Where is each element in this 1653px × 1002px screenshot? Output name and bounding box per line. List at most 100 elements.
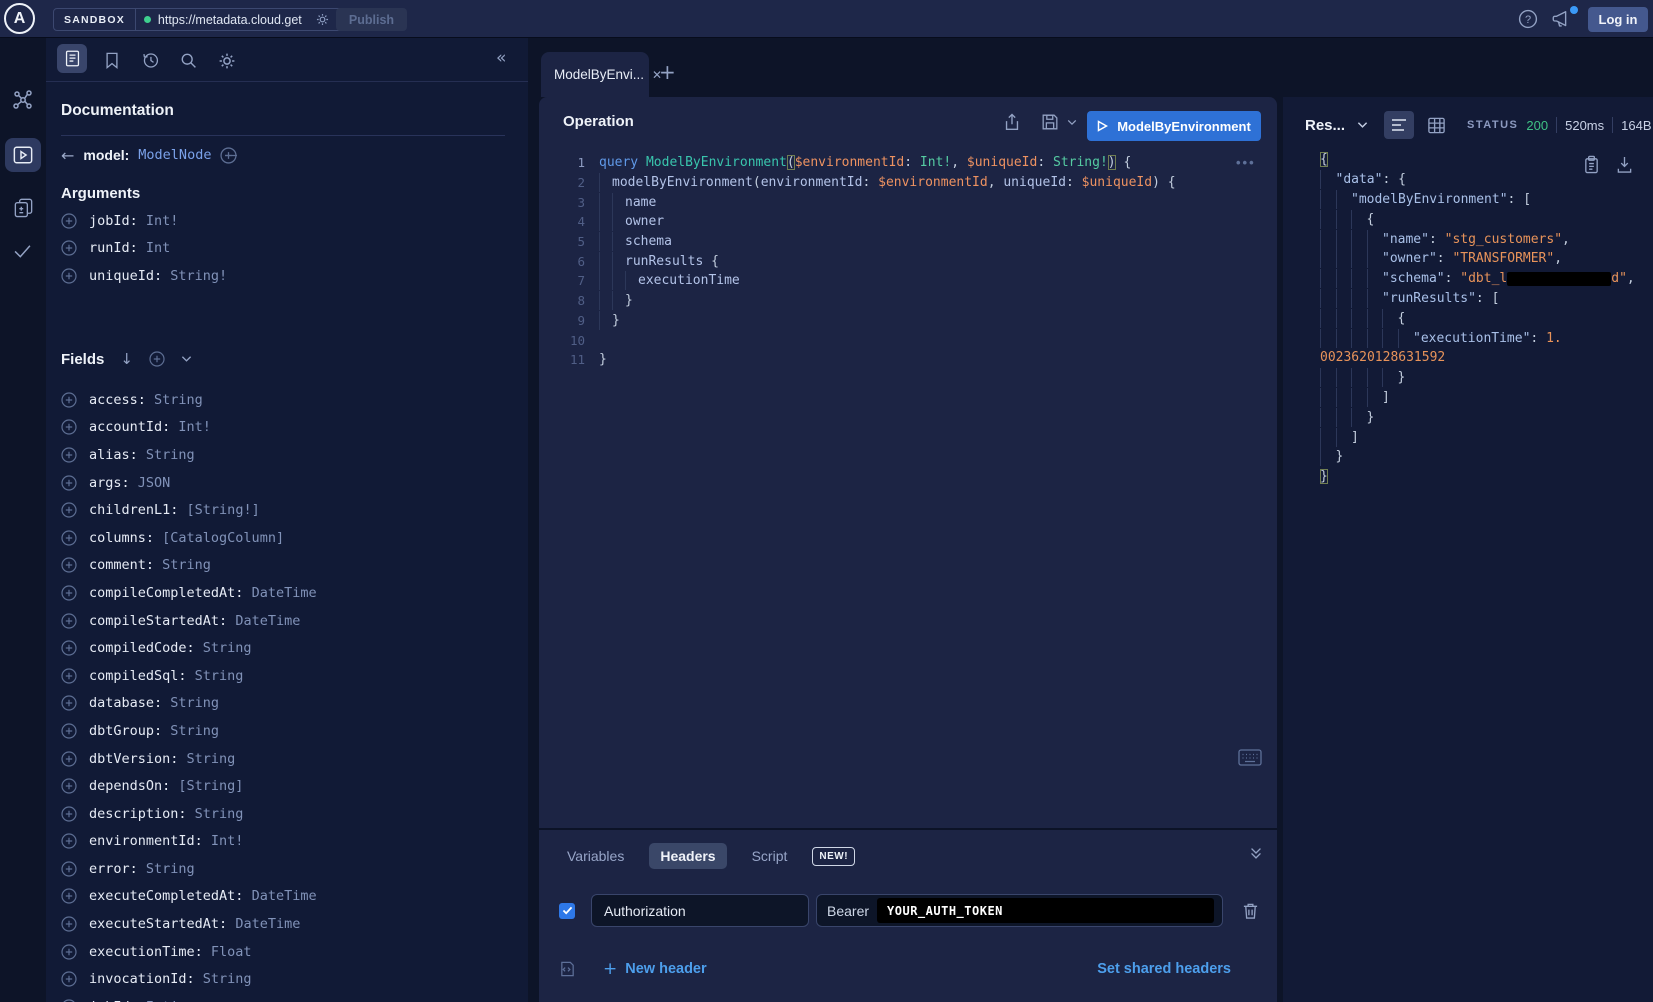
search-icon[interactable]	[179, 51, 198, 70]
code-line[interactable]: 3name	[555, 192, 1176, 212]
new-tab-button[interactable]: +	[659, 60, 676, 84]
code-line[interactable]: 5schema	[555, 232, 1176, 252]
code-line[interactable]: 9}	[555, 311, 1176, 331]
add-field-icon[interactable]	[61, 861, 77, 877]
header-key-input[interactable]: Authorization	[591, 894, 809, 927]
add-field-icon[interactable]	[61, 502, 77, 518]
add-field-icon[interactable]	[61, 419, 77, 435]
save-icon[interactable]	[1040, 112, 1060, 132]
code-line[interactable]: 7executionTime	[555, 271, 1176, 291]
explorer-nav-item[interactable]	[5, 138, 41, 172]
add-field-icon[interactable]	[61, 240, 77, 256]
field-type[interactable]: String	[170, 695, 219, 711]
code-line[interactable]: 8}	[555, 291, 1176, 311]
field-type[interactable]: String	[203, 971, 252, 987]
field-type[interactable]: Int!	[146, 213, 179, 229]
back-arrow-icon[interactable]: ←	[61, 146, 74, 165]
field-type[interactable]: DateTime	[252, 888, 317, 904]
field-item[interactable]: columns: [CatalogColumn]	[46, 524, 528, 552]
editor-more-menu[interactable]: •••	[1236, 155, 1256, 170]
documentation-tab-button[interactable]	[57, 44, 87, 73]
argument-item[interactable]: jobId: Int!	[46, 207, 528, 235]
add-field-icon[interactable]	[61, 613, 77, 629]
environment-variables-icon[interactable]	[559, 960, 576, 978]
publish-button[interactable]: Publish	[336, 8, 407, 31]
field-type[interactable]: String	[170, 723, 219, 739]
field-item[interactable]: executeCompletedAt: DateTime	[46, 883, 528, 911]
checks-icon[interactable]	[12, 242, 33, 260]
field-type[interactable]: [String!]	[187, 502, 260, 518]
field-item[interactable]: childrenL1: [String!]	[46, 496, 528, 524]
endpoint-url[interactable]: https://metadata.cloud.get	[158, 13, 308, 27]
field-item[interactable]: compiledCode: String	[46, 634, 528, 662]
field-type[interactable]: Int!	[178, 419, 211, 435]
fields-options-chevron-icon[interactable]	[181, 355, 192, 363]
header-value-input[interactable]: Bearer YOUR_AUTH_TOKEN	[816, 894, 1223, 927]
settings-gear-icon[interactable]	[217, 51, 237, 71]
field-item[interactable]: compiledSql: String	[46, 662, 528, 690]
field-type[interactable]: String	[187, 751, 236, 767]
field-type[interactable]: String	[203, 640, 252, 656]
add-to-query-icon[interactable]	[220, 147, 237, 164]
field-type[interactable]: Float	[211, 944, 252, 960]
field-type[interactable]: String!	[170, 268, 227, 284]
endpoint-url-field[interactable]: https://metadata.cloud.get	[136, 8, 346, 31]
field-type[interactable]: DateTime	[235, 613, 300, 629]
tab-modelbyenvironment[interactable]: ModelByEnvi... ✕	[541, 52, 649, 97]
field-item[interactable]: comment: String	[46, 552, 528, 580]
field-type[interactable]: String	[154, 392, 203, 408]
panel-divider[interactable]	[539, 828, 1277, 830]
argument-item[interactable]: runId: Int	[46, 235, 528, 263]
code-line[interactable]: 10	[555, 330, 1176, 350]
add-field-icon[interactable]	[61, 268, 77, 284]
bookmarks-icon[interactable]	[104, 51, 120, 70]
field-item[interactable]: args: JSON	[46, 469, 528, 497]
set-shared-headers-link[interactable]: Set shared headers	[1097, 961, 1231, 977]
response-title[interactable]: Res...	[1305, 117, 1345, 134]
add-field-icon[interactable]	[61, 888, 77, 904]
share-icon[interactable]	[1002, 112, 1022, 132]
field-item[interactable]: access: String	[46, 386, 528, 414]
add-field-icon[interactable]	[61, 806, 77, 822]
field-type[interactable]: Int!	[211, 833, 244, 849]
field-type[interactable]: String	[146, 447, 195, 463]
new-header-button[interactable]: New header	[625, 961, 706, 977]
field-item[interactable]: alias: String	[46, 441, 528, 469]
field-item[interactable]: dbtGroup: String	[46, 717, 528, 745]
sort-fields-icon[interactable]: ↓	[120, 350, 133, 368]
add-field-icon[interactable]	[61, 971, 77, 987]
field-item[interactable]: compileCompletedAt: DateTime	[46, 579, 528, 607]
add-field-icon[interactable]	[61, 557, 77, 573]
add-field-icon[interactable]	[61, 695, 77, 711]
breadcrumb-type-link[interactable]: ModelNode	[138, 147, 211, 163]
field-item[interactable]: error: String	[46, 855, 528, 883]
field-type[interactable]: JSON	[138, 475, 171, 491]
header-enabled-checkbox[interactable]	[559, 903, 575, 919]
response-dropdown-chevron-icon[interactable]	[1357, 121, 1368, 129]
code-line[interactable]: 4owner	[555, 212, 1176, 232]
collapse-sidebar-icon[interactable]: «	[496, 48, 506, 68]
add-field-icon[interactable]	[61, 447, 77, 463]
add-field-icon[interactable]	[61, 833, 77, 849]
add-field-icon[interactable]	[61, 751, 77, 767]
add-field-icon[interactable]	[61, 723, 77, 739]
field-item[interactable]: dependsOn: [String]	[46, 772, 528, 800]
field-type[interactable]: String	[162, 557, 211, 573]
field-type[interactable]: [CatalogColumn]	[162, 530, 284, 546]
field-type[interactable]: String	[195, 668, 244, 684]
field-item[interactable]: description: String	[46, 800, 528, 828]
field-type[interactable]: String	[195, 806, 244, 822]
add-field-icon[interactable]	[61, 213, 77, 229]
field-item[interactable]: executionTime: Float	[46, 938, 528, 966]
field-item[interactable]: compileStartedAt: DateTime	[46, 607, 528, 635]
field-item[interactable]: database: String	[46, 690, 528, 718]
add-field-icon[interactable]	[61, 640, 77, 656]
help-icon[interactable]: ?	[1518, 9, 1538, 29]
field-item[interactable]: environmentId: Int!	[46, 828, 528, 856]
add-field-icon[interactable]	[61, 944, 77, 960]
argument-item[interactable]: uniqueId: String!	[46, 262, 528, 290]
field-item[interactable]: dbtVersion: String	[46, 745, 528, 773]
field-item[interactable]: jobId: Int!	[46, 993, 528, 1002]
format-json-button[interactable]	[1384, 111, 1414, 139]
add-field-icon[interactable]	[61, 916, 77, 932]
